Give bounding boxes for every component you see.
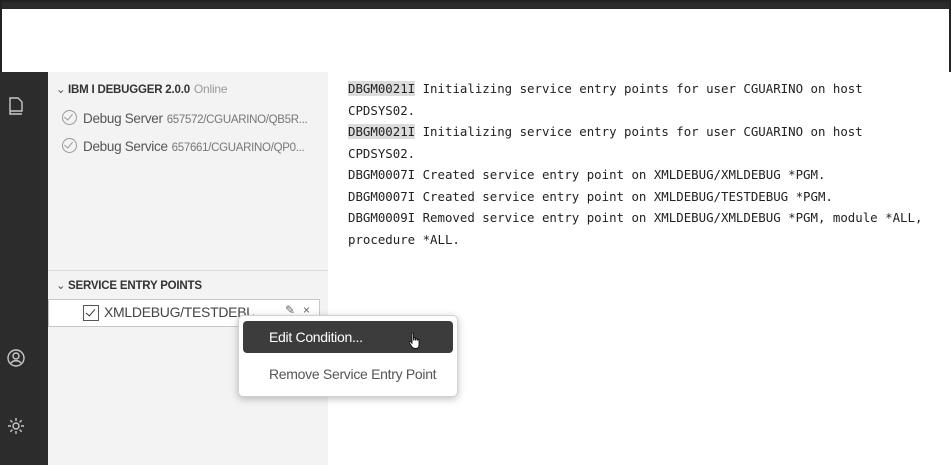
chevron-down-icon: ⌄ bbox=[56, 84, 66, 96]
console-line: CPDSYS02. bbox=[348, 102, 416, 118]
remove-service-entry-point-menu-item[interactable]: Remove Service Entry Point bbox=[243, 358, 453, 390]
context-menu: Edit Condition... Remove Service Entry P… bbox=[238, 315, 458, 397]
hand-pointer-icon bbox=[408, 328, 422, 360]
debug-service-label: Debug Service bbox=[83, 139, 168, 154]
service-entry-points-header[interactable]: ⌄ SERVICE ENTRY POINTS bbox=[56, 278, 202, 292]
activity-bar bbox=[0, 72, 48, 465]
console-line: procedure *ALL. bbox=[348, 231, 460, 247]
console-line: DBGM0021I Initializing service entry poi… bbox=[348, 78, 922, 100]
message-text: Initializing service entry points for us… bbox=[415, 81, 863, 96]
check-circle-icon bbox=[62, 110, 77, 125]
edit-condition-label: Edit Condition... bbox=[269, 329, 363, 345]
console-line: DBGM0021I Initializing service entry poi… bbox=[348, 121, 922, 143]
message-code: DBGM0021I bbox=[348, 81, 416, 96]
console-line: DBGM0007I Created service entry point on… bbox=[348, 167, 826, 182]
account-icon[interactable] bbox=[4, 348, 28, 372]
debug-service-detail: 657661/CGUARINO/QP0... bbox=[171, 142, 305, 154]
console-line: DBGM0009I Removed service entry point on… bbox=[348, 210, 923, 225]
remove-service-entry-point-label: Remove Service Entry Point bbox=[269, 366, 437, 382]
debug-server-label: Debug Server bbox=[83, 111, 163, 126]
debugger-title: IBM I DEBUGGER 2.0.0 bbox=[68, 84, 190, 96]
edit-condition-menu-item[interactable]: Edit Condition... bbox=[243, 321, 453, 353]
entry-point-label: XMLDEBUG/TESTDEBUG *P... bbox=[104, 304, 254, 320]
gear-icon[interactable] bbox=[4, 416, 28, 440]
chevron-down-icon: ⌄ bbox=[56, 280, 66, 292]
message-code: DBGM0021I bbox=[348, 124, 416, 139]
section-divider bbox=[48, 270, 328, 271]
connection-status: Online bbox=[193, 82, 228, 96]
check-circle-icon bbox=[62, 138, 77, 153]
service-entry-points-title: SERVICE ENTRY POINTS bbox=[68, 280, 202, 292]
debugger-section-header[interactable]: ⌄ IBM I DEBUGGER 2.0.0 Online bbox=[56, 82, 228, 96]
debug-server-item[interactable]: Debug Server 657572/CGUARINO/QB5R... bbox=[62, 110, 308, 126]
debug-server-detail: 657572/CGUARINO/QB5R... bbox=[166, 114, 308, 126]
debug-service-item[interactable]: Debug Service 657661/CGUARINO/QP0... bbox=[62, 138, 305, 154]
console-log: DBGM0021I Initializing service entry poi… bbox=[348, 78, 922, 250]
entry-point-checkbox[interactable] bbox=[83, 305, 99, 321]
files-icon[interactable] bbox=[4, 96, 28, 120]
debugger-sidebar: ⌄ IBM I DEBUGGER 2.0.0 Online Debug Server… bbox=[48, 72, 328, 465]
console-line: DBGM0007I Created service entry point on… bbox=[348, 188, 833, 204]
debug-console-output: DBGM0021I Initializing service entry poi… bbox=[328, 72, 951, 465]
message-text: Initializing service entry points for us… bbox=[415, 124, 863, 139]
console-line: CPDSYS02. bbox=[348, 145, 416, 161]
